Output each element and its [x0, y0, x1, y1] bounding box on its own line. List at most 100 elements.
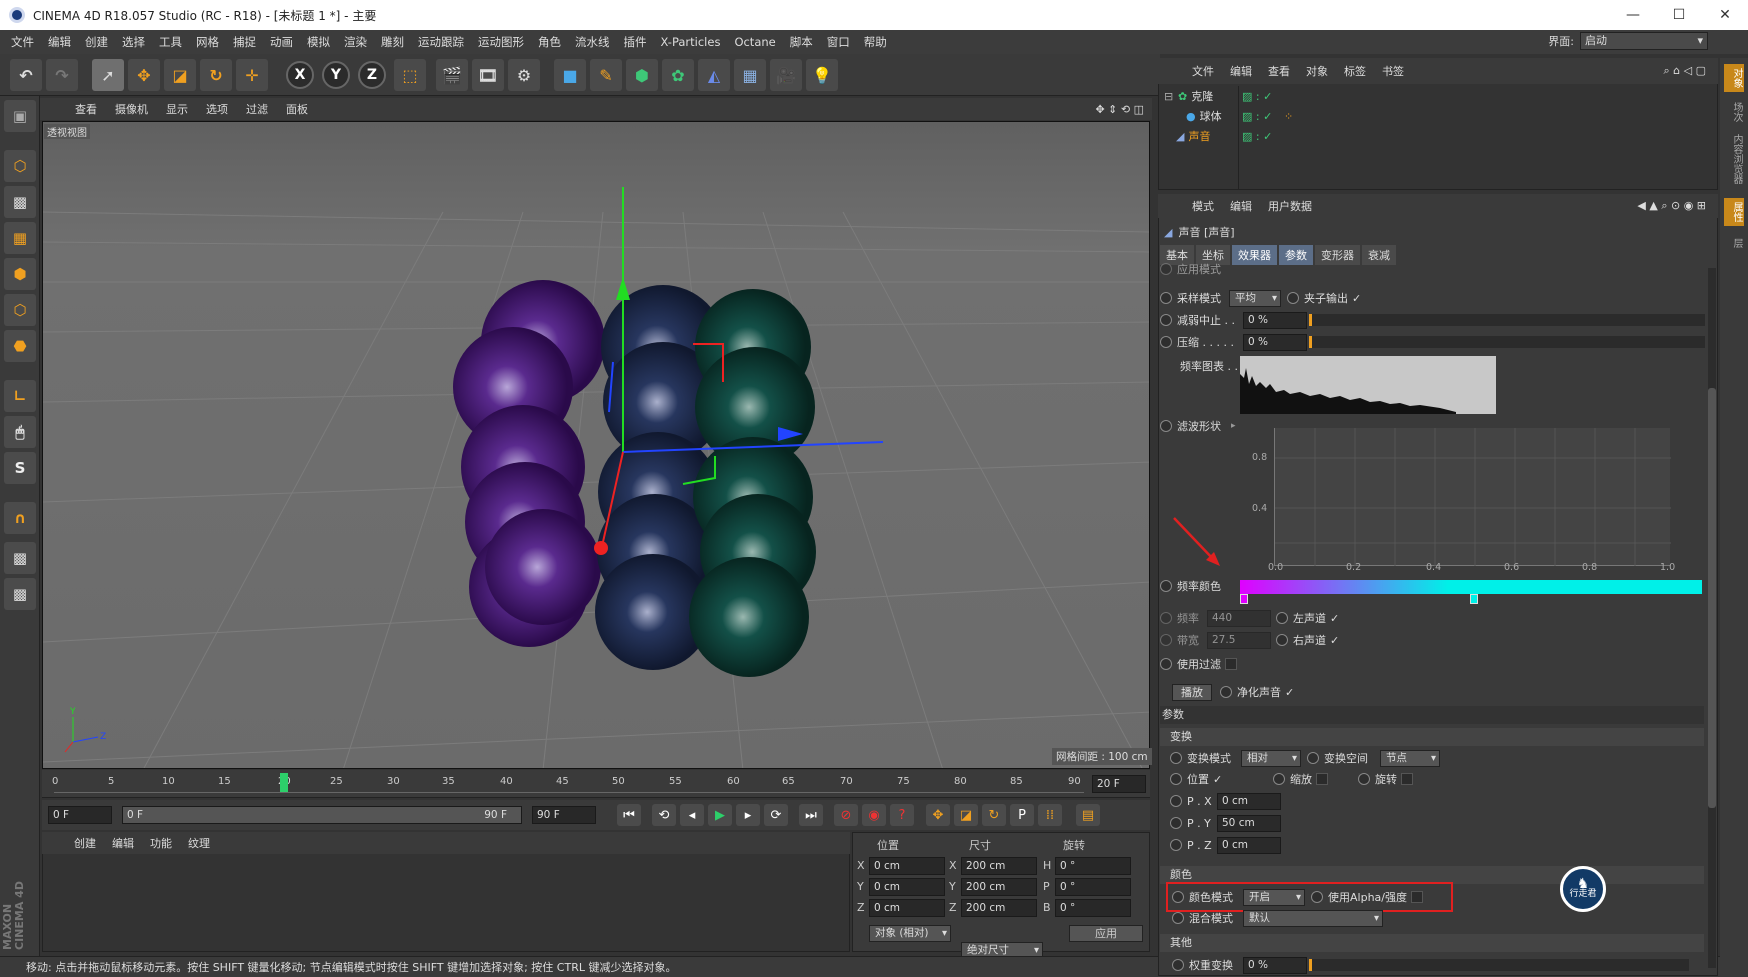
- tweak-mode-icon[interactable]: 🖱: [4, 416, 36, 448]
- use-filter-checkbox[interactable]: [1225, 658, 1237, 670]
- polygons-mode-icon[interactable]: ⬣: [4, 330, 36, 362]
- py-field[interactable]: 50 cm: [1217, 814, 1281, 832]
- object-row-sphere[interactable]: ● 球体 ▨ : ✓ ⁘: [1160, 106, 1716, 126]
- perspective-viewport[interactable]: Y Z: [42, 121, 1150, 769]
- rotate-tool-icon[interactable]: ↻: [200, 59, 232, 91]
- anim-radio[interactable]: [1287, 292, 1299, 304]
- next-key-icon[interactable]: ⟳: [764, 804, 788, 826]
- viewport-menu-view[interactable]: 查看: [66, 101, 106, 117]
- timeline-ruler[interactable]: 0 5 10 15 20 25 30 35 40 45 50 55 60 65 …: [42, 770, 1150, 798]
- auto-keying-icon[interactable]: ◉: [862, 804, 886, 826]
- attenuation-slider[interactable]: [1309, 314, 1705, 326]
- render-view-icon[interactable]: 🎬: [436, 59, 468, 91]
- visibility-check-icon[interactable]: ▨ : ✓: [1242, 90, 1272, 103]
- filter-shape-graph[interactable]: [1274, 428, 1671, 566]
- anim-radio[interactable]: [1170, 773, 1182, 785]
- next-frame-icon[interactable]: ▸: [736, 804, 760, 826]
- tab-effector[interactable]: 效果器: [1232, 245, 1277, 265]
- menu-xparticles[interactable]: X-Particles: [654, 35, 728, 49]
- range-slider[interactable]: 0 F 90 F: [122, 806, 522, 824]
- coords-size-field[interactable]: 200 cm: [961, 899, 1037, 917]
- material-menu-function[interactable]: 功能: [142, 835, 180, 851]
- anim-radio[interactable]: [1276, 612, 1288, 624]
- snap-magnet-icon[interactable]: ∩: [4, 502, 36, 534]
- scale-checkbox[interactable]: [1316, 773, 1328, 785]
- key-scale-icon[interactable]: ◪: [954, 804, 978, 826]
- attr-toolbar-icons[interactable]: ◀ ▲ ⌕ ⊙ ◉ ⊞: [1637, 199, 1706, 213]
- attenuation-field[interactable]: 0 %: [1243, 311, 1307, 329]
- material-menu-create[interactable]: 创建: [66, 835, 104, 851]
- menu-select[interactable]: 选择: [115, 34, 152, 50]
- axis-mode-icon[interactable]: ∟: [4, 380, 36, 412]
- sidetab-content-browser[interactable]: 内容浏览器: [1724, 130, 1744, 188]
- sample-mode-dropdown[interactable]: 平均: [1229, 289, 1281, 307]
- attr-menu-mode[interactable]: 模式: [1184, 198, 1222, 214]
- texture-mode-icon[interactable]: ▩: [4, 186, 36, 218]
- object-menu-view[interactable]: 查看: [1260, 63, 1298, 79]
- tab-falloff[interactable]: 衰减: [1362, 245, 1396, 265]
- coords-rot-field[interactable]: 0 °: [1055, 899, 1131, 917]
- menu-motion-tracking[interactable]: 运动跟踪: [411, 34, 471, 50]
- attr-scrollbar[interactable]: [1708, 268, 1716, 968]
- apply-button[interactable]: 应用: [1069, 925, 1143, 942]
- start-frame-field[interactable]: 0 F: [48, 806, 112, 824]
- tab-parameter[interactable]: 参数: [1279, 245, 1313, 265]
- playhead[interactable]: [280, 773, 288, 793]
- coords-mode-dropdown[interactable]: 对象 (相对): [869, 925, 951, 942]
- light-icon[interactable]: 💡: [806, 59, 838, 91]
- viewport-nav-icons[interactable]: ✥ ⇕ ⟲ ◫: [1095, 103, 1144, 116]
- key-pla-icon[interactable]: ⁞⁞: [1038, 804, 1062, 826]
- scale-tool-icon[interactable]: ◪: [164, 59, 196, 91]
- anim-radio[interactable]: [1160, 580, 1172, 592]
- menu-octane[interactable]: Octane: [727, 35, 782, 49]
- go-to-end-icon[interactable]: ⏭: [799, 804, 823, 826]
- go-to-start-icon[interactable]: ⏮: [617, 804, 641, 826]
- menu-file[interactable]: 文件: [4, 34, 41, 50]
- menu-animate[interactable]: 动画: [263, 34, 300, 50]
- attr-menu-edit[interactable]: 编辑: [1222, 198, 1260, 214]
- menu-snap[interactable]: 捕捉: [226, 34, 263, 50]
- menu-plugins[interactable]: 插件: [617, 34, 654, 50]
- material-menu-texture[interactable]: 纹理: [180, 835, 218, 851]
- layout-dropdown[interactable]: 启动: [1580, 32, 1708, 50]
- make-editable-icon[interactable]: ▣: [4, 100, 36, 132]
- menu-simulate[interactable]: 模拟: [300, 34, 337, 50]
- collapse-icon[interactable]: ⊟: [1164, 90, 1174, 103]
- deformer-icon[interactable]: ◭: [698, 59, 730, 91]
- anim-radio[interactable]: [1220, 686, 1232, 698]
- coords-rot-field[interactable]: 0 °: [1055, 878, 1131, 896]
- camera-icon[interactable]: 🎥: [770, 59, 802, 91]
- position-check-icon[interactable]: ✓: [1213, 773, 1273, 786]
- menu-mograph[interactable]: 运动图形: [471, 34, 531, 50]
- workplane-grid-icon[interactable]: ▩: [4, 578, 36, 610]
- cloner-icon[interactable]: ✿: [662, 59, 694, 91]
- sidetab-objects[interactable]: 对象: [1724, 64, 1744, 92]
- anim-radio[interactable]: [1160, 612, 1172, 624]
- object-menu-edit[interactable]: 编辑: [1222, 63, 1260, 79]
- anim-radio[interactable]: [1172, 959, 1184, 971]
- attr-menu-userdata[interactable]: 用户数据: [1260, 198, 1320, 214]
- timeline-icon[interactable]: ▤: [1076, 804, 1100, 826]
- menu-help[interactable]: 帮助: [857, 34, 894, 50]
- frequency-field[interactable]: 440: [1207, 609, 1271, 627]
- pen-spline-icon[interactable]: ✎: [590, 59, 622, 91]
- tab-deformer[interactable]: 变形器: [1315, 245, 1360, 265]
- coords-size-field[interactable]: 200 cm: [961, 878, 1037, 896]
- gradient-knot-start[interactable]: [1240, 594, 1248, 604]
- model-mode-icon[interactable]: ⬡: [4, 150, 36, 182]
- add-transform-icon[interactable]: ✛: [236, 59, 268, 91]
- anim-radio[interactable]: [1160, 658, 1172, 670]
- clamp-output-check-icon[interactable]: ✓: [1352, 292, 1361, 305]
- menu-render[interactable]: 渲染: [337, 34, 374, 50]
- anim-radio[interactable]: [1170, 752, 1182, 764]
- key-parameter-icon[interactable]: P: [1010, 804, 1034, 826]
- points-mode-icon[interactable]: ⬢: [4, 258, 36, 290]
- key-position-icon[interactable]: ✥: [926, 804, 950, 826]
- anim-radio[interactable]: [1160, 634, 1172, 646]
- coords-rot-field[interactable]: 0 °: [1055, 857, 1131, 875]
- play-button[interactable]: 播放: [1172, 683, 1212, 701]
- pz-field[interactable]: 0 cm: [1217, 836, 1281, 854]
- anim-radio[interactable]: [1358, 773, 1370, 785]
- left-channel-check-icon[interactable]: ✓: [1330, 612, 1339, 625]
- weight-field[interactable]: 0 %: [1243, 956, 1307, 974]
